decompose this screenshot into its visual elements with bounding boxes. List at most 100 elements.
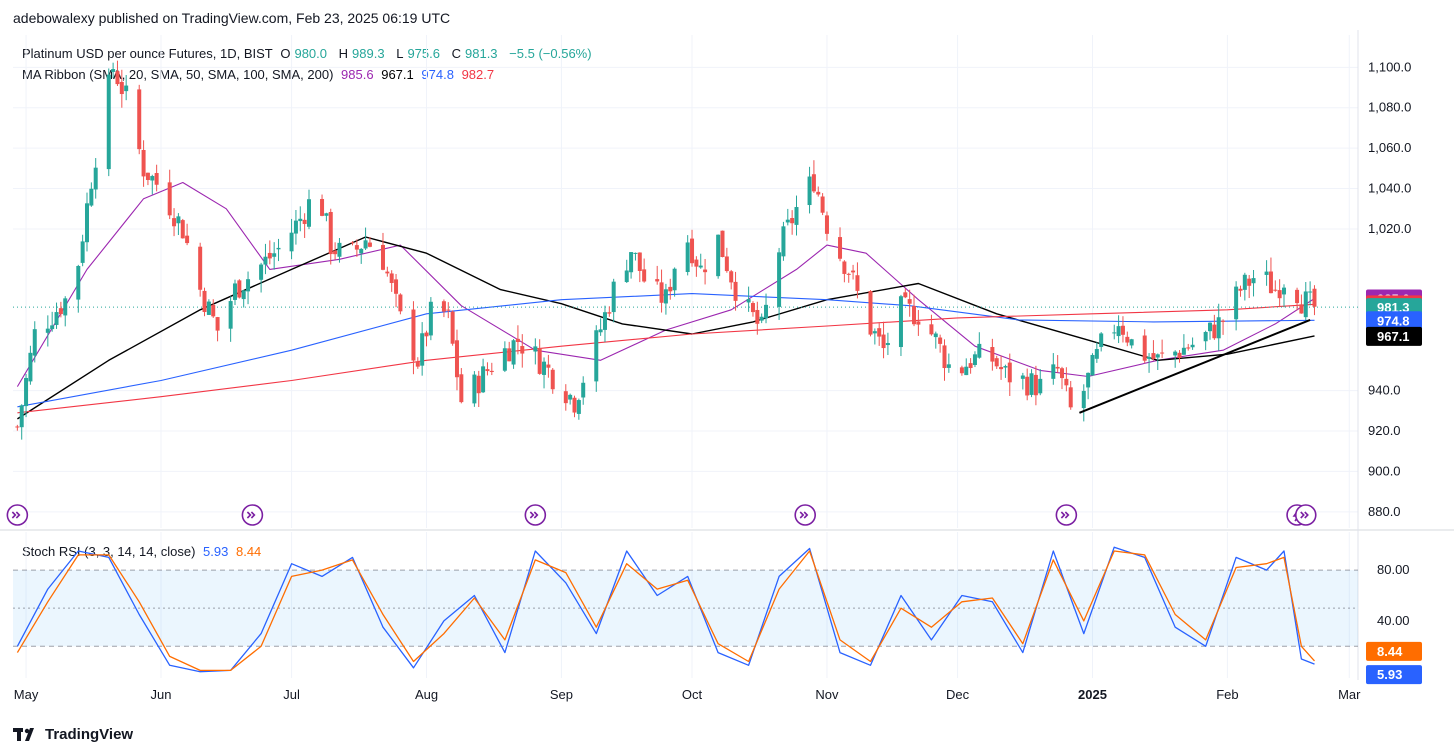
candle-down [485, 369, 490, 372]
candle-up [1234, 286, 1239, 320]
candle-up [629, 252, 634, 273]
candle-up [1020, 375, 1025, 379]
candle-down [320, 198, 325, 216]
candle-up [1264, 271, 1269, 275]
candle-up [324, 213, 329, 216]
candle-down [441, 301, 446, 312]
candle-up [89, 188, 94, 206]
candle-down [137, 89, 142, 150]
candle-down [750, 303, 755, 313]
candle-up [1003, 366, 1008, 368]
candle-down [267, 252, 272, 259]
candle-down [237, 280, 242, 298]
candle-down [790, 218, 795, 224]
candle-up [124, 85, 129, 92]
candle-down [1177, 352, 1182, 359]
candle-down [903, 292, 908, 298]
candle-up [50, 325, 55, 330]
tradingview-footer: TradingView [13, 726, 133, 743]
candle-down [881, 334, 886, 349]
candle-up [698, 265, 703, 268]
candle-up [633, 252, 638, 254]
candle-up [594, 330, 599, 382]
candle-down [642, 269, 647, 282]
candle-down [912, 306, 917, 325]
candle-down [816, 191, 821, 195]
x-tick-label: Mar [1338, 687, 1361, 702]
candle-up [511, 340, 516, 365]
candle-down [115, 71, 120, 85]
candle-down [1007, 362, 1012, 383]
candle-up [794, 207, 799, 225]
candle-down [720, 230, 725, 258]
candle-up [1251, 278, 1256, 284]
candle-down [1068, 387, 1073, 408]
candle-up [246, 279, 251, 292]
x-tick-label: Nov [815, 687, 839, 702]
price-tick-label: 880.0 [1368, 504, 1401, 519]
candle-down [851, 270, 856, 273]
candle-down [198, 246, 203, 290]
candle-up [1308, 291, 1313, 293]
candle-down [1312, 288, 1317, 307]
candle-up [84, 203, 89, 243]
candle-up [933, 333, 938, 338]
candle-up [1242, 274, 1247, 290]
candle-up [1029, 373, 1034, 395]
candle-up [777, 252, 782, 307]
candle-down [868, 291, 873, 335]
candle-up [946, 364, 951, 368]
candle-down [877, 328, 882, 337]
candle-down [1238, 288, 1243, 291]
candle-down [1120, 325, 1125, 335]
candle-down [507, 348, 512, 362]
candle-down [855, 275, 860, 291]
candle-up [19, 405, 24, 428]
candle-down [1142, 335, 1147, 361]
candle-up [289, 232, 294, 252]
candle-down [755, 309, 760, 324]
candle-up [568, 394, 573, 400]
candle-up [746, 299, 751, 303]
x-tick-label: Aug [415, 687, 438, 702]
candle-up [885, 343, 890, 346]
candle-down [476, 375, 481, 394]
candle-down [563, 391, 568, 404]
candle-down [454, 340, 459, 378]
candle-up [241, 290, 246, 300]
candle-down [1060, 368, 1065, 379]
price-tick-label: 920.0 [1368, 423, 1401, 438]
candle-down [703, 269, 708, 273]
x-tick-label: 2025 [1078, 687, 1107, 702]
candle-up [80, 241, 85, 263]
candle-down [389, 273, 394, 284]
candle-down [820, 196, 825, 213]
rsi-tick-label: 80.00 [1377, 562, 1410, 577]
rsi-label-text: 5.93 [1377, 667, 1402, 682]
candle-down [1125, 336, 1130, 343]
candle-down [1295, 289, 1300, 304]
candle-up [54, 312, 59, 325]
candle-up [502, 348, 507, 371]
candle-down [838, 237, 843, 259]
candle-up [1116, 326, 1121, 337]
candle-up [481, 366, 486, 393]
candle-up [1155, 354, 1160, 358]
event-marker-icon [794, 504, 817, 526]
chart-canvas[interactable]: 1,100.0 1,080.0 1,060.0 1,040.0 1,020.0 940.0… [0, 0, 1454, 756]
candle-down [842, 261, 847, 274]
candle-up [298, 218, 303, 222]
candle-up [598, 329, 603, 333]
candle-down [415, 361, 420, 367]
candle-down [354, 245, 359, 250]
candle-up [263, 256, 268, 265]
candle-down [572, 397, 577, 413]
price-tick-label: 1,060.0 [1368, 140, 1411, 155]
candle-up [76, 265, 81, 300]
candle-down [1273, 289, 1278, 291]
candle-down [398, 294, 403, 312]
candle-down [119, 81, 124, 95]
candle-up [106, 74, 111, 170]
candle-up [1038, 378, 1043, 394]
candle-down [145, 172, 150, 181]
